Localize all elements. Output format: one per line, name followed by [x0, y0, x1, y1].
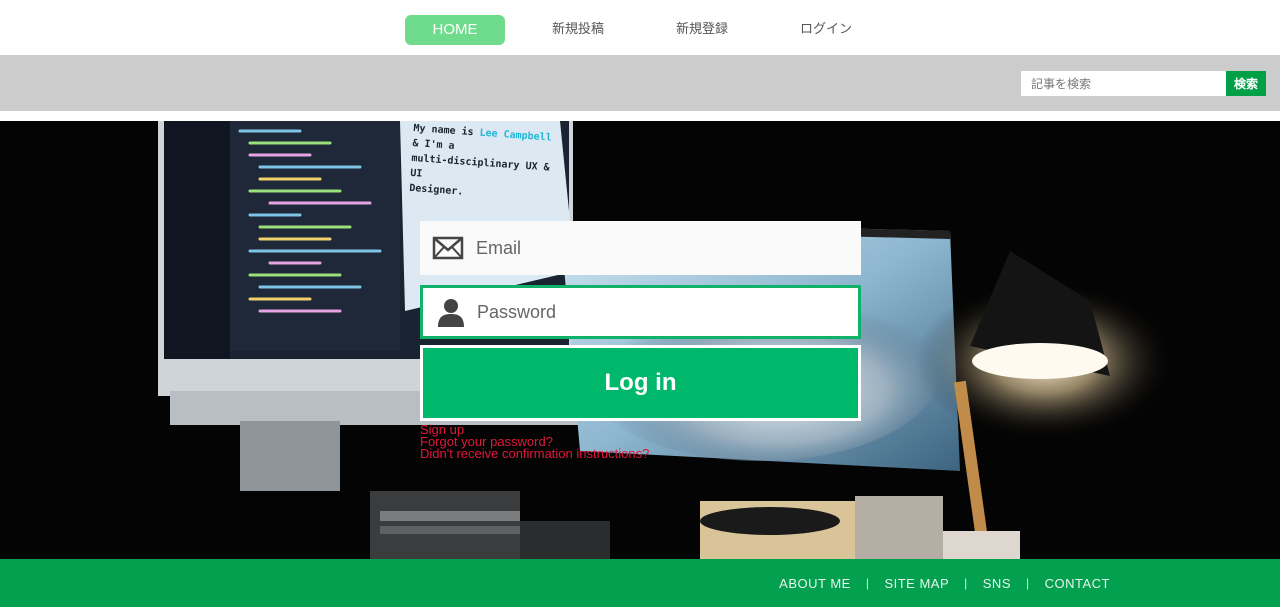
search-input[interactable]: [1021, 71, 1226, 96]
email-input[interactable]: [476, 221, 846, 275]
nav-home[interactable]: HOME: [405, 15, 505, 45]
login-button[interactable]: Log in: [420, 345, 861, 421]
footer-sns-link[interactable]: SNS: [983, 576, 1011, 591]
footer-contact-link[interactable]: CONTACT: [1045, 576, 1110, 591]
screen-text-suffix: & I'm a: [412, 137, 455, 152]
password-input[interactable]: [477, 288, 847, 336]
footer: ABOUT ME | SITE MAP | SNS | CONTACT: [0, 559, 1280, 607]
screen-text-line3: Designer.: [408, 182, 464, 198]
nav-register[interactable]: 新規登録: [652, 15, 752, 45]
footer-separator: |: [964, 576, 968, 590]
monitor-screen-text: My name is Lee Campbell & I'm a multi-di…: [409, 121, 564, 206]
hero-background-image: [0, 121, 1280, 559]
screen-text-line2: multi-disciplinary UX & UI: [409, 152, 550, 180]
top-navigation: HOME 新規投稿 新規登録 ログイン: [0, 0, 1280, 55]
desk-scene-illustration: [0, 121, 1280, 559]
email-field-container: [420, 221, 861, 275]
footer-separator: |: [1026, 576, 1030, 590]
auth-links: Sign up Forgot your password? Didn't rec…: [420, 423, 649, 460]
nav-new-post[interactable]: 新規投稿: [528, 15, 628, 45]
search-button[interactable]: 検索: [1226, 71, 1266, 96]
user-icon: [438, 299, 464, 327]
search-bar: 検索: [0, 55, 1280, 111]
footer-site-map-link[interactable]: SITE MAP: [884, 576, 949, 591]
footer-separator: |: [865, 576, 870, 590]
resend-confirmation-link[interactable]: Didn't receive confirmation instructions…: [420, 447, 649, 460]
screen-text-name: Lee Campbell: [479, 127, 553, 144]
footer-links: ABOUT ME | SITE MAP | SNS | CONTACT: [779, 559, 1110, 607]
nav-login[interactable]: ログイン: [776, 15, 876, 45]
footer-about-me-link[interactable]: ABOUT ME: [779, 576, 851, 591]
password-field-container: [420, 285, 861, 339]
screen-text-prefix: My name is: [413, 122, 480, 139]
envelope-icon: [432, 236, 464, 260]
